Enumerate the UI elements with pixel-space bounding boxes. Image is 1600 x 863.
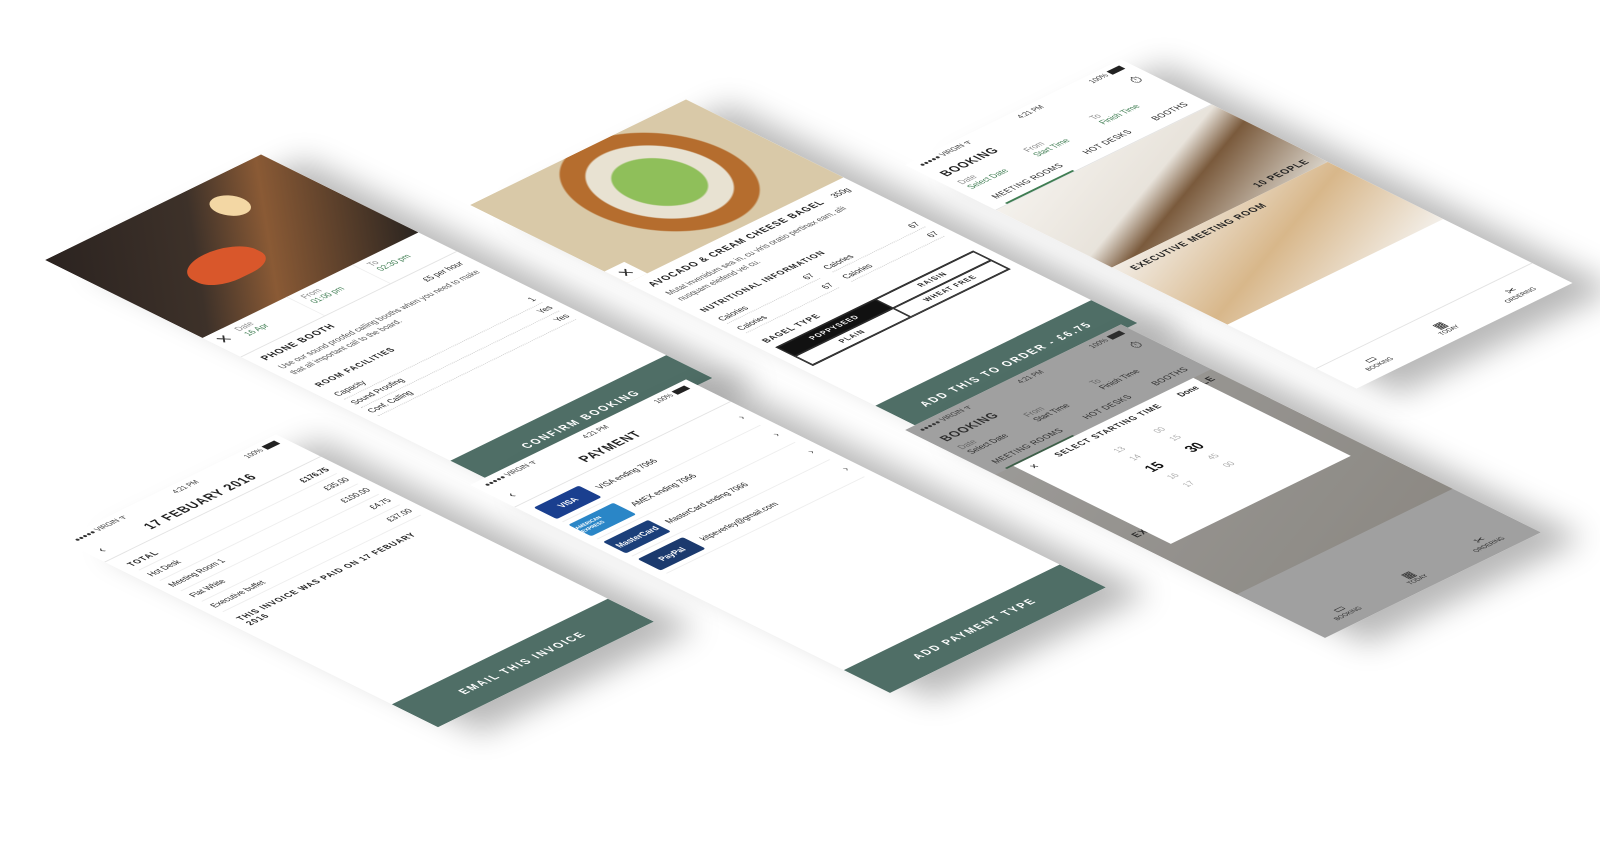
add-payment-type-button[interactable]: ADD PAYMENT TYPE <box>843 564 1106 693</box>
line-value: £37.00 <box>383 507 416 523</box>
nutrition-value: 67 <box>819 281 837 291</box>
nav-item-booking[interactable]: ▭ BOOKING <box>1350 350 1395 372</box>
product-weight: 350g <box>827 186 853 199</box>
battery-icon <box>671 385 690 395</box>
nav-item-ordering[interactable]: ✂ ORDERING <box>1490 280 1539 304</box>
nutrition-value: 67 <box>924 230 942 239</box>
chevron-right-icon: › <box>769 430 784 439</box>
close-icon[interactable]: ✕ <box>1027 463 1042 471</box>
back-icon[interactable]: ‹ <box>92 545 110 554</box>
lamp-image <box>201 191 260 220</box>
facility-value: 1 <box>525 296 540 303</box>
timer-icon[interactable]: ⏱ <box>1125 74 1149 86</box>
nav-item-today[interactable]: ▦ TODAY <box>1424 318 1462 336</box>
add-payment-type-label: ADD PAYMENT TYPE <box>909 596 1041 661</box>
chevron-right-icon: › <box>803 448 819 456</box>
back-icon[interactable]: ‹ <box>502 490 520 499</box>
nutrition-value: 67 <box>800 272 818 282</box>
done-button[interactable]: Done <box>1174 385 1201 398</box>
nutrition-value: 67 <box>905 220 924 230</box>
chevron-right-icon: › <box>734 413 749 421</box>
battery-icon <box>1106 65 1125 75</box>
invoice-body: TOTAL £176.75 Hot Desk £35.00 Meeting Room… <box>105 457 466 634</box>
facility-value: Yes <box>551 312 573 324</box>
battery-icon <box>261 440 280 450</box>
email-invoice-button[interactable]: EMAIL THIS INVOICE <box>391 598 654 728</box>
mockup-stage: ✕ Date 16 Apr From 01:00 pm To 02:30 pm <box>0 0 1600 863</box>
email-invoice-label: EMAIL THIS INVOICE <box>455 630 591 696</box>
bottom-nav: ▭ BOOKING ▦ TODAY ✂ ORDERING <box>1315 262 1573 389</box>
chevron-right-icon: › <box>838 465 853 473</box>
facility-value: Yes <box>534 304 556 316</box>
chair-image <box>172 239 278 291</box>
